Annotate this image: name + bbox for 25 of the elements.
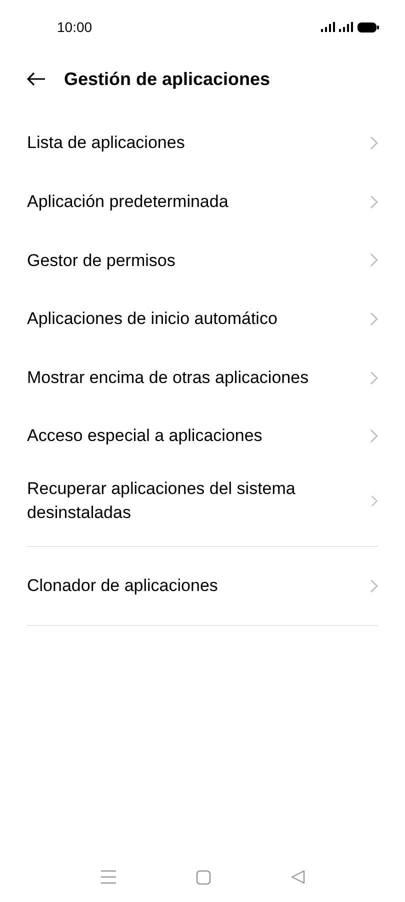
menu-item[interactable]: Gestor de permisos <box>27 248 206 272</box>
menu-item[interactable]: Acceso especial a aplicaciones <box>27 424 292 448</box>
signal-icon <box>339 22 353 32</box>
chevron-right-icon <box>370 136 378 150</box>
menu-item[interactable]: Lista de aplicaciones <box>27 131 215 156</box>
menu-icon[interactable] <box>100 870 116 884</box>
menu-item[interactable]: Clonador de aplicaciones <box>27 574 248 598</box>
chevron-right-icon <box>370 429 378 444</box>
menu-item[interactable]: Aplicación predeterminada <box>27 190 258 214</box>
back-arrow-icon[interactable] <box>26 72 46 86</box>
chevron-right-icon <box>370 312 378 326</box>
battery-icon <box>357 22 379 32</box>
home-icon[interactable] <box>196 870 210 884</box>
status-time: 10:00 <box>57 18 92 36</box>
chevron-right-icon <box>370 253 378 268</box>
page-title: Gestión de aplicaciones <box>64 68 270 91</box>
chevron-right-icon <box>370 194 378 209</box>
chevron-right-icon <box>370 370 378 385</box>
back-icon[interactable] <box>290 870 304 884</box>
menu-item[interactable]: Mostrar encima de otras aplicaciones <box>27 366 339 390</box>
menu-item[interactable]: Recuperar aplicaciones del sistema desinstaladas <box>27 476 372 524</box>
chevron-right-icon <box>371 494 378 508</box>
menu-item[interactable]: Aplicaciones de inicio automático <box>27 307 308 331</box>
chevron-right-icon <box>370 578 378 593</box>
signal-icon <box>321 22 335 32</box>
